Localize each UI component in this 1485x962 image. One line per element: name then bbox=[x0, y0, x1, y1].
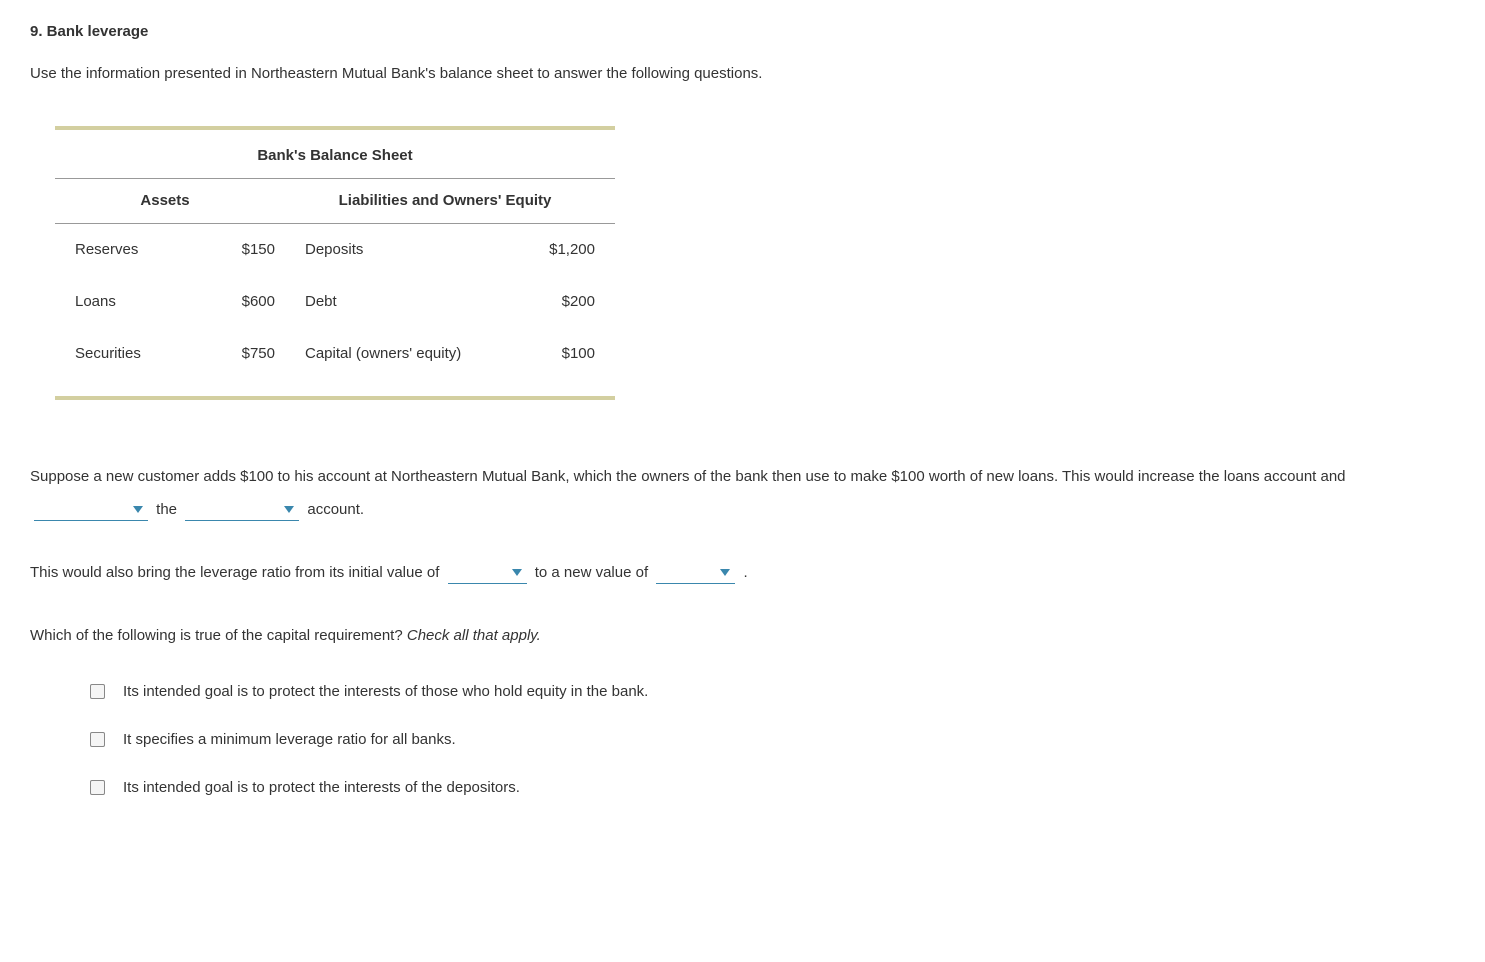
checkbox-option: Its intended goal is to protect the inte… bbox=[90, 776, 1455, 800]
q2-text-mid: to a new value of bbox=[535, 564, 653, 581]
checkbox-input[interactable] bbox=[90, 732, 105, 747]
liability-value: $200 bbox=[525, 290, 615, 314]
balance-sheet-title: Bank's Balance Sheet bbox=[55, 130, 615, 179]
header-assets: Assets bbox=[55, 189, 275, 213]
asset-label: Securities bbox=[55, 342, 185, 366]
liability-value: $1,200 bbox=[525, 238, 615, 262]
dropdown-new-leverage[interactable] bbox=[656, 562, 735, 584]
checkbox-option: It specifies a minimum leverage ratio fo… bbox=[90, 728, 1455, 752]
q3-prompt-italic: Check all that apply. bbox=[407, 627, 541, 644]
q1-text-mid2: account. bbox=[307, 501, 364, 518]
balance-sheet-table: Bank's Balance Sheet Assets Liabilities … bbox=[55, 126, 615, 400]
balance-sheet-header-row: Assets Liabilities and Owners' Equity bbox=[55, 179, 615, 224]
header-liabilities: Liabilities and Owners' Equity bbox=[275, 189, 615, 213]
table-row: Securities $750 Capital (owners' equity)… bbox=[55, 328, 615, 380]
question-3-prompt: Which of the following is true of the ca… bbox=[30, 619, 1455, 652]
asset-value: $600 bbox=[185, 290, 305, 314]
table-row: Loans $600 Debt $200 bbox=[55, 276, 615, 328]
section-title: 9. Bank leverage bbox=[30, 20, 1455, 44]
dropdown-initial-leverage[interactable] bbox=[448, 562, 527, 584]
checkbox-list: Its intended goal is to protect the inte… bbox=[90, 680, 1455, 800]
asset-value: $150 bbox=[185, 238, 305, 262]
intro-text: Use the information presented in Northea… bbox=[30, 62, 1455, 86]
chevron-down-icon bbox=[719, 568, 731, 578]
liability-label: Capital (owners' equity) bbox=[305, 342, 525, 366]
table-row: Reserves $150 Deposits $1,200 bbox=[55, 224, 615, 276]
liability-label: Debt bbox=[305, 290, 525, 314]
table-bottom-border bbox=[55, 396, 615, 400]
dropdown-change-direction[interactable] bbox=[34, 499, 148, 521]
checkbox-label: It specifies a minimum leverage ratio fo… bbox=[123, 728, 456, 752]
checkbox-label: Its intended goal is to protect the inte… bbox=[123, 776, 520, 800]
chevron-down-icon bbox=[511, 568, 523, 578]
q1-text-mid1: the bbox=[156, 501, 181, 518]
checkbox-option: Its intended goal is to protect the inte… bbox=[90, 680, 1455, 704]
question-1: Suppose a new customer adds $100 to his … bbox=[30, 460, 1455, 526]
chevron-down-icon bbox=[132, 505, 144, 515]
asset-value: $750 bbox=[185, 342, 305, 366]
q2-text-post: . bbox=[743, 564, 747, 581]
asset-label: Reserves bbox=[55, 238, 185, 262]
asset-label: Loans bbox=[55, 290, 185, 314]
q3-prompt-text: Which of the following is true of the ca… bbox=[30, 627, 407, 644]
liability-value: $100 bbox=[525, 342, 615, 366]
checkbox-input[interactable] bbox=[90, 684, 105, 699]
q1-text-pre: Suppose a new customer adds $100 to his … bbox=[30, 468, 1346, 485]
checkbox-label: Its intended goal is to protect the inte… bbox=[123, 680, 648, 704]
dropdown-account-name[interactable] bbox=[185, 499, 299, 521]
chevron-down-icon bbox=[283, 505, 295, 515]
question-2: This would also bring the leverage ratio… bbox=[30, 556, 1455, 589]
q2-text-pre: This would also bring the leverage ratio… bbox=[30, 564, 444, 581]
checkbox-input[interactable] bbox=[90, 780, 105, 795]
liability-label: Deposits bbox=[305, 238, 525, 262]
